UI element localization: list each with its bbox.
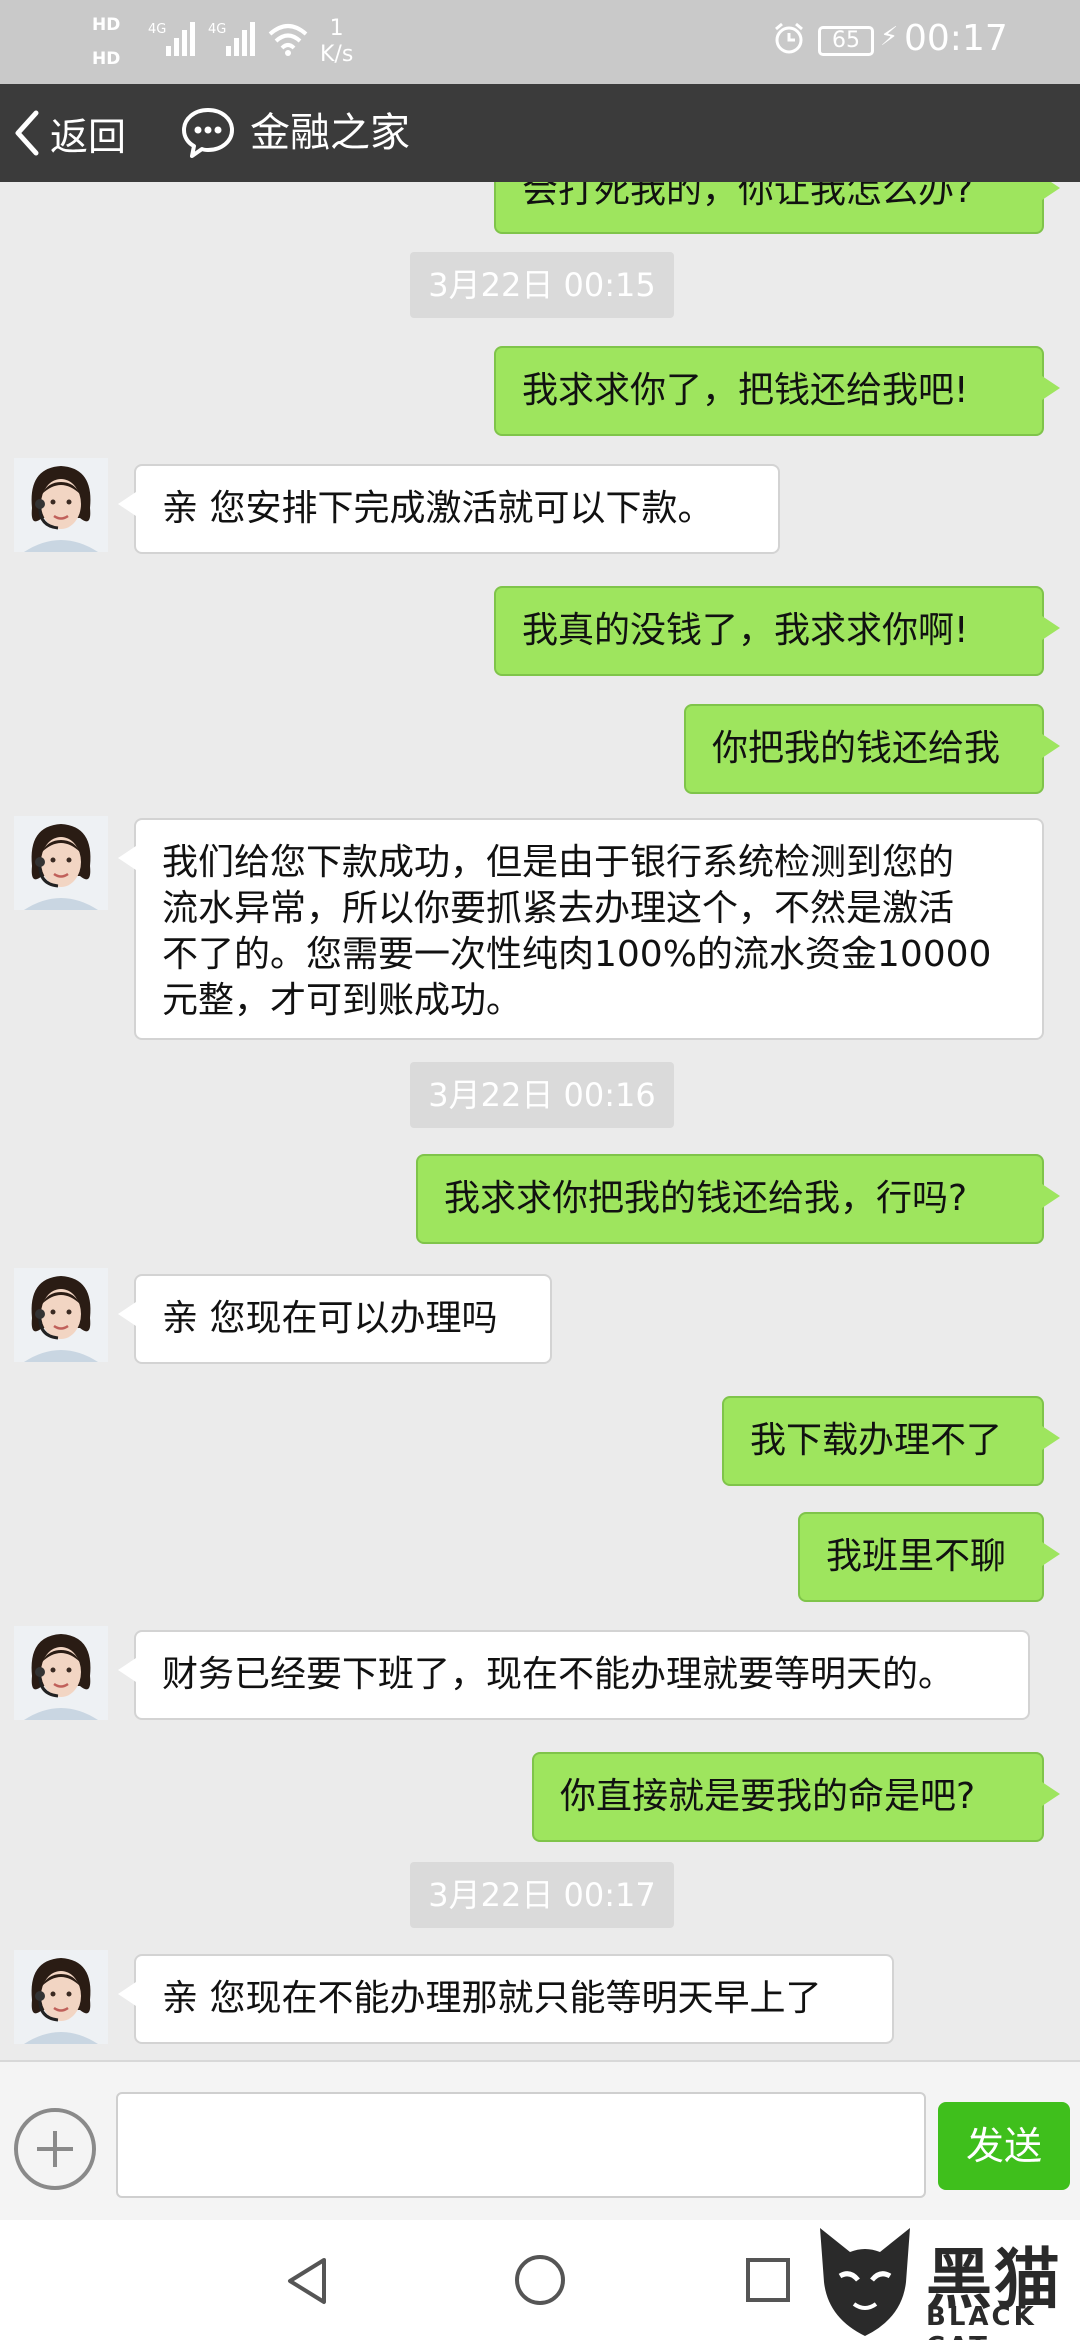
agent-avatar[interactable] xyxy=(14,1950,108,2044)
timestamp-label: 3月22日 00:17 xyxy=(410,1862,674,1928)
message-text-line: 流水异常，所以你要抓紧去办理这个，不然是激活 xyxy=(162,888,955,929)
message-text: 我求求你了，把钱还给我吧! xyxy=(522,370,969,411)
message-text: 我下载办理不了 xyxy=(750,1420,1003,1461)
message-outgoing[interactable]: 你直接就是要我的命是吧? xyxy=(532,1752,1060,1842)
timestamp-label: 3月22日 00:16 xyxy=(410,1062,674,1128)
send-button[interactable]: 发送 xyxy=(938,2102,1070,2190)
watermark: 黑猫 BLACK CAT xyxy=(806,2222,1080,2340)
timestamp-label: 3月22日 00:15 xyxy=(410,252,674,318)
message-incoming[interactable]: 亲 您安排下完成激活就可以下款。 xyxy=(118,464,780,554)
message-incoming[interactable]: 我们给您下款成功，但是由于银行系统检测到您的 流水异常，所以你要抓紧去办理这个，… xyxy=(118,818,1044,1040)
black-cat-logo-icon xyxy=(820,2228,910,2336)
message-text-line: 不了的。您需要一次性纯肉100%的流水资金10000 xyxy=(162,934,992,975)
message-outgoing[interactable]: 我求求你把我的钱还给我，行吗? xyxy=(416,1154,1060,1244)
back-label: 返回 xyxy=(50,114,127,159)
agent-avatar-image xyxy=(14,1268,108,1362)
agent-avatar-image xyxy=(14,816,108,910)
speed-unit: K/s xyxy=(320,42,354,67)
network-type-2: 4G xyxy=(208,22,227,37)
recents-square-icon[interactable] xyxy=(744,2256,792,2304)
message-outgoing[interactable]: 你把我的钱还给我 xyxy=(684,704,1060,794)
agent-avatar-image xyxy=(14,458,108,552)
message-incoming[interactable]: 亲 您现在不能办理那就只能等明天早上了 xyxy=(118,1954,894,2044)
message-outgoing[interactable]: 我求求你了，把钱还给我吧! xyxy=(494,346,1060,436)
message-input[interactable] xyxy=(116,2092,926,2198)
signal-icon-2 xyxy=(226,20,255,56)
message-incoming[interactable]: 财务已经要下班了，现在不能办理就要等明天的。 xyxy=(118,1630,1030,1720)
add-attachment-button[interactable] xyxy=(14,2108,96,2190)
wifi-icon xyxy=(268,24,308,56)
message-text: 亲 您现在可以办理吗 xyxy=(162,1298,498,1339)
message-text: 我求求你把我的钱还给我，行吗? xyxy=(444,1178,968,1219)
message-text: 我班里不聊 xyxy=(826,1536,1007,1577)
watermark-text-en: BLACK CAT xyxy=(926,2302,1037,2340)
chevron-left-icon xyxy=(15,110,39,156)
message-text: 你把我的钱还给我 xyxy=(712,728,1001,769)
message-text-line: 元整，才可到账成功。 xyxy=(162,980,523,1021)
speed-value: 1 xyxy=(329,16,344,41)
battery-level: 65 xyxy=(818,26,874,56)
message-input-bar: 发送 xyxy=(0,2060,1080,2220)
agent-avatar[interactable] xyxy=(14,816,108,910)
message-text: 会打死我的，你让我怎么办? xyxy=(522,182,974,211)
message-text: 亲 您安排下完成激活就可以下款。 xyxy=(162,488,714,529)
signal-icon-1 xyxy=(166,20,195,56)
message-outgoing[interactable]: 我真的没钱了，我求求你啊! xyxy=(494,586,1060,676)
message-outgoing[interactable]: 我班里不聊 xyxy=(798,1512,1060,1602)
agent-avatar[interactable] xyxy=(14,458,108,552)
message-text: 你直接就是要我的命是吧? xyxy=(560,1776,976,1817)
hd-indicator-1: HD xyxy=(92,15,121,35)
agent-avatar[interactable] xyxy=(14,1626,108,1720)
charging-icon: ⚡ xyxy=(880,22,899,52)
message-text: 我真的没钱了，我求求你啊! xyxy=(522,610,969,651)
message-outgoing[interactable]: 我下载办理不了 xyxy=(722,1396,1060,1486)
hd-indicator-2: HD xyxy=(92,49,121,69)
clock: 00:17 xyxy=(904,18,1008,59)
agent-avatar-image xyxy=(14,1626,108,1720)
back-button[interactable]: 返回 xyxy=(12,84,126,182)
message-text: 亲 您现在不能办理那就只能等明天早上了 xyxy=(162,1978,822,2019)
chat-bubble-icon xyxy=(182,108,234,158)
chat-message-list[interactable]: 会打死我的，你让我怎么办? 3月22日 00:15 我求求你了，把钱还给我吧! … xyxy=(0,182,1080,2060)
back-triangle-icon[interactable] xyxy=(280,2254,334,2308)
message-text-line: 我们给您下款成功，但是由于银行系统检测到您的 xyxy=(162,842,955,883)
message-incoming[interactable]: 亲 您现在可以办理吗 xyxy=(118,1274,552,1364)
network-speed: 1 K/s xyxy=(320,16,353,68)
alarm-icon xyxy=(775,22,803,54)
agent-avatar[interactable] xyxy=(14,1268,108,1362)
message-text: 财务已经要下班了，现在不能办理就要等明天的。 xyxy=(162,1654,955,1695)
home-circle-icon[interactable] xyxy=(512,2252,568,2308)
status-bar: HD HD 4G 4G 1 K/s 65 ⚡ 00:17 xyxy=(0,0,1080,84)
header-bar: 返回 金融之家 xyxy=(0,84,1080,182)
message-outgoing[interactable]: 会打死我的，你让我怎么办? xyxy=(494,182,1060,234)
page-title: 金融之家 xyxy=(250,110,410,156)
network-type-1: 4G xyxy=(148,22,167,37)
agent-avatar-image xyxy=(14,1950,108,2044)
